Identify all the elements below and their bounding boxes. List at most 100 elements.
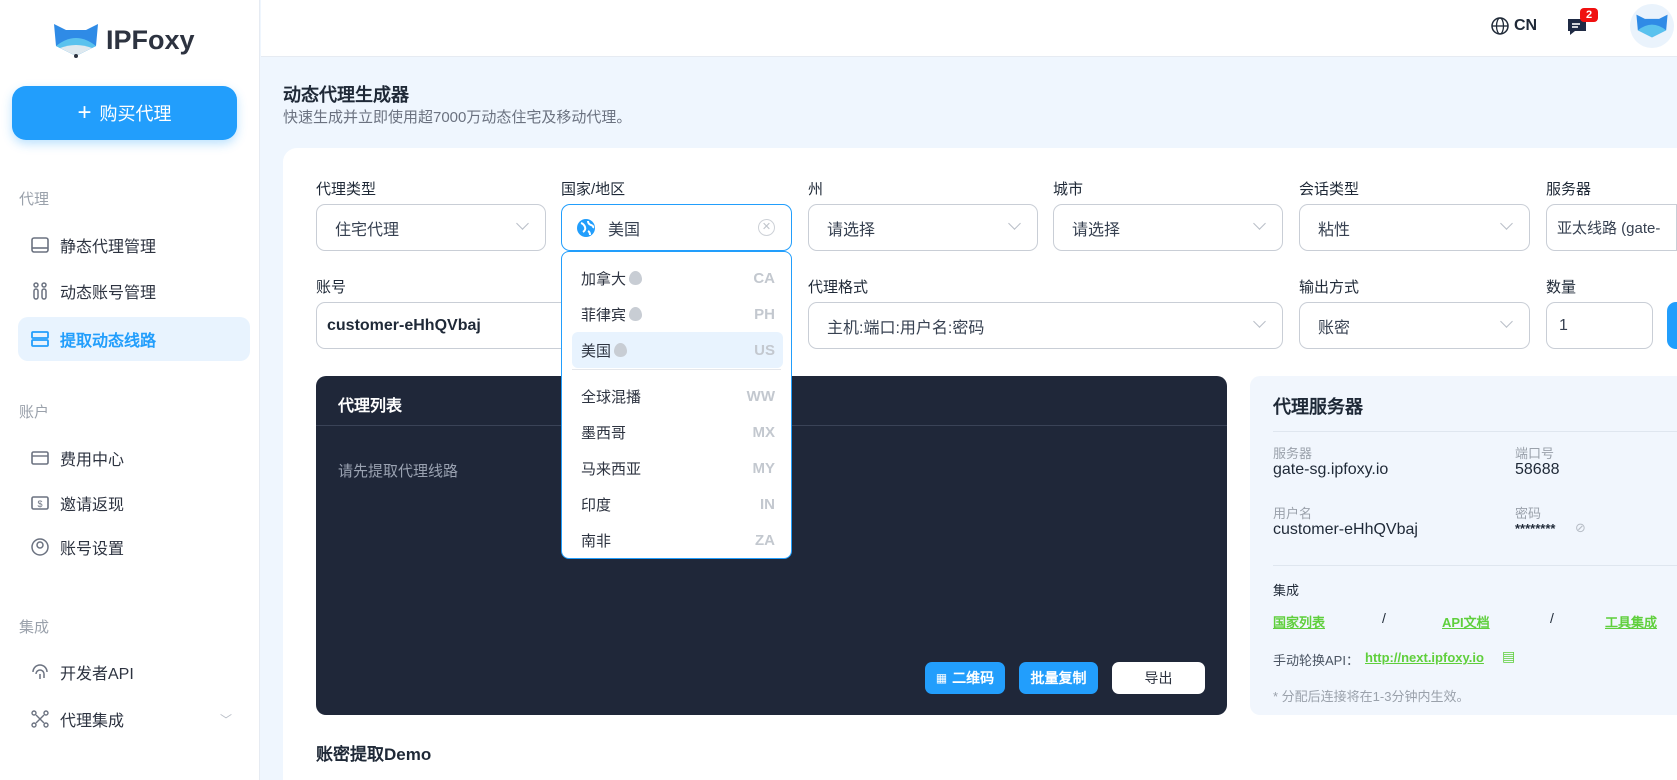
plus-icon: + [77,99,92,126]
copy-icon[interactable]: ▤ [1502,648,1515,665]
top-bar [261,0,1677,57]
demo-title: 账密提取Demo [316,745,432,764]
quantity-input[interactable]: 1 [1546,302,1653,349]
password-value: ******** [1515,521,1556,536]
batch-copy-button[interactable]: 批量复制 [1019,662,1098,694]
server-panel-title: 代理服务器 [1273,397,1363,417]
server-key: 服务器 [1273,446,1313,461]
country-list-link[interactable]: 国家列表 [1273,612,1325,631]
language-switch[interactable]: CN [1490,16,1537,36]
city-select[interactable]: 请选择 [1053,204,1283,251]
sidebar-item-label: 提取动态线路 [60,333,157,350]
output-method-label: 输出方式 [1299,279,1360,296]
clear-icon[interactable]: ✕ [758,219,775,236]
export-label: 导出 [1144,670,1173,686]
sidebar-item-extract-lines[interactable]: 提取动态线路 [18,317,250,361]
fingerprint-icon [32,664,48,679]
port-value: 58688 [1515,461,1560,478]
eye-off-icon[interactable]: ⊘ [1575,520,1586,536]
fox-avatar-icon [1636,14,1668,38]
country-option-name: 全球混播 [581,388,642,406]
rotate-api-link[interactable]: http://next.ipfoxy.io [1365,650,1484,665]
page-subtitle: 快速生成并立即使用超7000万动态住宅及移动代理。 [283,109,632,126]
country-dropdown: 加拿大 CA 菲律宾 PH 美国 US 全球混播 WW 墨西哥 MX 马来西亚 MY 印度 IN 南非 ZA [561,251,792,559]
username-key: 用户名 [1273,506,1313,521]
account-input[interactable]: customer-eHhQVbaj [316,302,576,349]
section-title: 集成 [19,619,50,636]
session-type-value: 粘性 [1318,221,1351,239]
batch-copy-label: 批量复制 [1030,670,1087,686]
session-type-select[interactable]: 粘性 [1299,204,1530,251]
tools-integration-link[interactable]: 工具集成 [1605,612,1657,631]
sidebar-item-developer-api[interactable]: 开发者API [18,650,250,694]
country-option[interactable]: 南非 ZA [572,522,783,558]
integration-label: 集成 [1273,583,1300,598]
country-option-name: 南非 [581,532,612,550]
proxy-type-select[interactable]: 住宅代理 [316,204,546,251]
chevron-down-icon [1500,315,1513,328]
account-value: customer-eHhQVbaj [327,316,481,334]
section-title: 账户 [19,404,50,421]
extract-button[interactable] [1667,302,1677,349]
sidebar-item-proxy-integration[interactable]: 代理集成 ﹀ [18,697,250,741]
section-title: 代理 [19,191,50,208]
export-button[interactable]: 导出 [1112,662,1205,694]
server-select[interactable]: 亚太线路 (gate- [1546,204,1677,251]
dollar-icon: $ [31,496,49,510]
proxy-type-label: 代理类型 [316,181,377,198]
divider [1273,565,1677,566]
activation-note: * 分配后连接将在1-3分钟内生效。 [1273,689,1470,704]
chevron-down-icon: ﹀ [219,712,232,727]
country-option[interactable]: 菲律宾 PH [572,296,783,332]
chevron-down-icon [1253,217,1266,230]
state-value: 请选择 [827,221,876,239]
svg-text:$: $ [37,499,42,509]
sidebar: IPFoxy + 购买代理 代理 静态代理管理 动态账号管理 提取动态线路 账户 … [0,0,260,780]
proxy-server-panel: 代理服务器 服务器 gate-sg.ipfoxy.io 端口号 58688 用户… [1250,376,1677,715]
output-method-select[interactable]: 账密 [1299,302,1530,349]
country-option[interactable]: 美国 US [572,332,783,368]
sidebar-item-dynamic-account[interactable]: 动态账号管理 [18,269,250,313]
hot-fire-icon [629,271,643,285]
page-title: 动态代理生成器 [283,85,409,105]
country-option[interactable]: 马来西亚 MY [572,450,783,486]
server-icon [31,331,49,347]
country-option[interactable]: 印度 IN [572,486,783,522]
logo[interactable]: IPFoxy [52,22,195,58]
account-label: 账号 [316,279,347,296]
sidebar-item-account-settings[interactable]: 账号设置 [18,525,250,569]
sidebar-item-label: 静态代理管理 [60,239,157,256]
country-option-name: 菲律宾 [581,306,627,324]
country-option-name: 印度 [581,496,612,514]
country-option-name: 马来西亚 [581,460,642,478]
state-select[interactable]: 请选择 [808,204,1038,251]
server-value: gate-sg.ipfoxy.io [1273,461,1389,478]
proxy-format-select[interactable]: 主机:端口:用户名:密码 [808,302,1283,349]
country-option-code: MX [752,423,776,441]
buy-proxy-label: 购买代理 [99,104,172,124]
avatar[interactable] [1630,4,1674,48]
qr-code-button[interactable]: ▦ 二维码 [925,662,1005,694]
session-type-label: 会话类型 [1299,181,1360,198]
username-value: customer-eHhQVbaj [1273,521,1418,538]
card-icon [31,451,49,465]
country-option[interactable]: 全球混播 WW [572,378,783,414]
sidebar-item-label: 代理集成 [60,713,125,730]
sidebar-item-billing[interactable]: 费用中心 [18,436,250,480]
message-count-badge: 2 [1580,8,1599,22]
api-docs-link[interactable]: API文档 [1442,612,1490,631]
quantity-label: 数量 [1546,279,1577,296]
rotate-api-label: 手动轮换API： [1273,653,1359,668]
proxy-type-value: 住宅代理 [335,221,400,239]
sidebar-item-static-proxy[interactable]: 静态代理管理 [18,223,250,267]
country-option[interactable]: 墨西哥 MX [572,414,783,450]
country-select[interactable]: 美国 ✕ [561,204,792,251]
country-option[interactable]: 加拿大 CA [572,260,783,296]
globe-icon [1491,17,1509,35]
server-label: 服务器 [1546,181,1592,198]
buy-proxy-button[interactable]: + 购买代理 [12,86,237,140]
sidebar-item-label: 邀请返现 [60,497,125,514]
country-value: 美国 [608,221,641,239]
sidebar-item-referral[interactable]: $ 邀请返现 [18,481,250,525]
country-option-code: IN [760,495,775,513]
